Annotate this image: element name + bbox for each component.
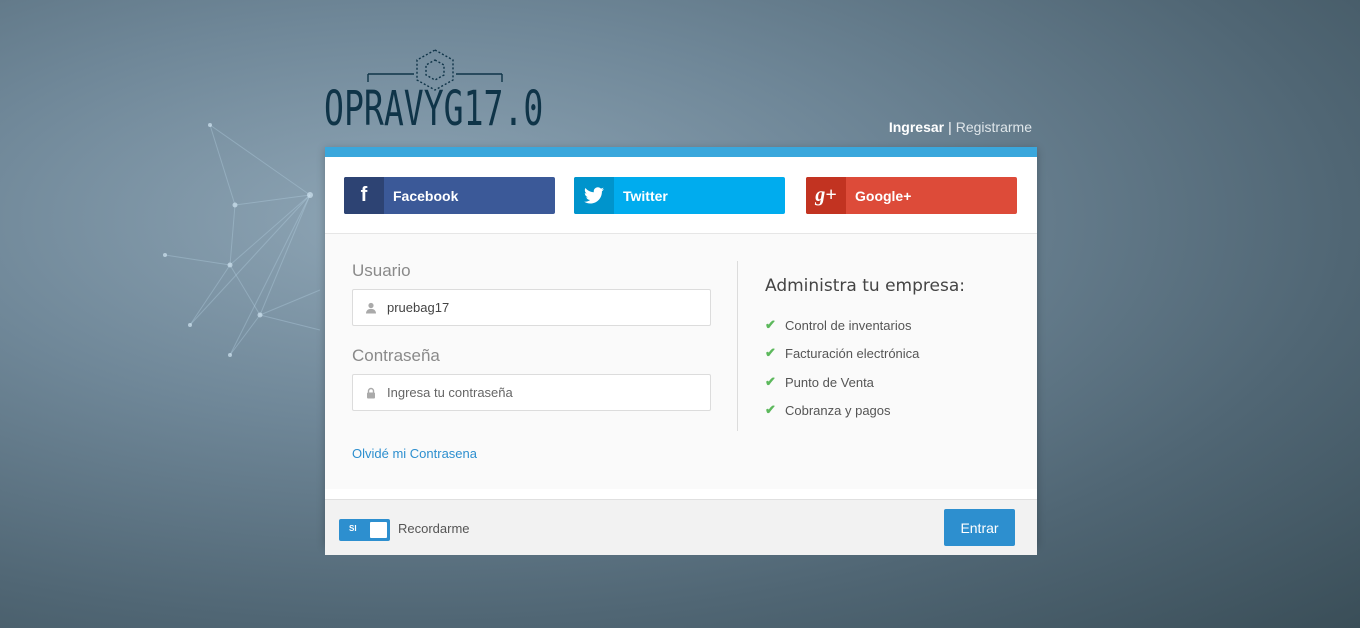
check-icon: ✔ xyxy=(765,374,776,389)
feature-item: ✔ Control de inventarios xyxy=(765,317,911,333)
twitter-icon xyxy=(574,177,614,214)
user-icon xyxy=(366,302,376,313)
feature-label: Punto de Venta xyxy=(785,374,874,390)
login-card: f Facebook Twitter g+ Google+ Usuario pr… xyxy=(325,147,1037,555)
google-plus-icon: g+ xyxy=(806,177,846,214)
enter-button[interactable]: Entrar xyxy=(944,509,1015,546)
lock-icon xyxy=(367,387,375,398)
remember-toggle[interactable]: SI xyxy=(339,519,390,541)
facebook-button[interactable]: f Facebook xyxy=(344,177,555,214)
user-value: pruebag17 xyxy=(387,300,450,315)
logo-text: OPRAVYG17.0 xyxy=(324,79,544,137)
facebook-label: Facebook xyxy=(393,187,459,204)
card-footer: SI Recordarme Entrar xyxy=(325,499,1037,555)
password-placeholder: Ingresa tu contraseña xyxy=(387,385,513,400)
feature-label: Facturación electrónica xyxy=(785,345,920,361)
feature-item: ✔ Facturación electrónica xyxy=(765,345,919,361)
social-login-bar: f Facebook Twitter g+ Google+ xyxy=(325,157,1037,234)
login-link[interactable]: Ingresar xyxy=(889,119,944,135)
check-icon: ✔ xyxy=(765,317,776,332)
auth-separator: | xyxy=(948,119,952,135)
remember-label: Recordarme xyxy=(398,521,470,536)
user-label: Usuario xyxy=(352,261,411,280)
facebook-icon: f xyxy=(344,177,384,214)
feature-label: Control de inventarios xyxy=(785,317,912,333)
user-field[interactable]: pruebag17 xyxy=(352,289,711,326)
toggle-knob xyxy=(370,522,387,538)
column-divider xyxy=(737,261,738,431)
feature-label: Cobranza y pagos xyxy=(785,402,891,418)
auth-links: Ingresar | Registrarme xyxy=(889,119,1032,135)
toggle-on-label: SI xyxy=(349,524,357,533)
check-icon: ✔ xyxy=(765,402,776,417)
forgot-password-link[interactable]: Olvidé mi Contrasena xyxy=(352,446,477,461)
twitter-button[interactable]: Twitter xyxy=(574,177,785,214)
feature-item: ✔ Punto de Venta xyxy=(765,374,874,390)
google-plus-button[interactable]: g+ Google+ xyxy=(806,177,1017,214)
info-title: Administra tu empresa: xyxy=(765,276,965,296)
register-link[interactable]: Registrarme xyxy=(956,119,1032,135)
check-icon: ✔ xyxy=(765,345,776,360)
feature-item: ✔ Cobranza y pagos xyxy=(765,402,891,418)
password-label: Contraseña xyxy=(352,346,440,365)
password-field[interactable]: Ingresa tu contraseña xyxy=(352,374,711,411)
google-plus-label: Google+ xyxy=(855,187,912,204)
twitter-label: Twitter xyxy=(623,187,668,204)
card-body: Usuario pruebag17 Contraseña Ingresa tu … xyxy=(325,234,1037,489)
